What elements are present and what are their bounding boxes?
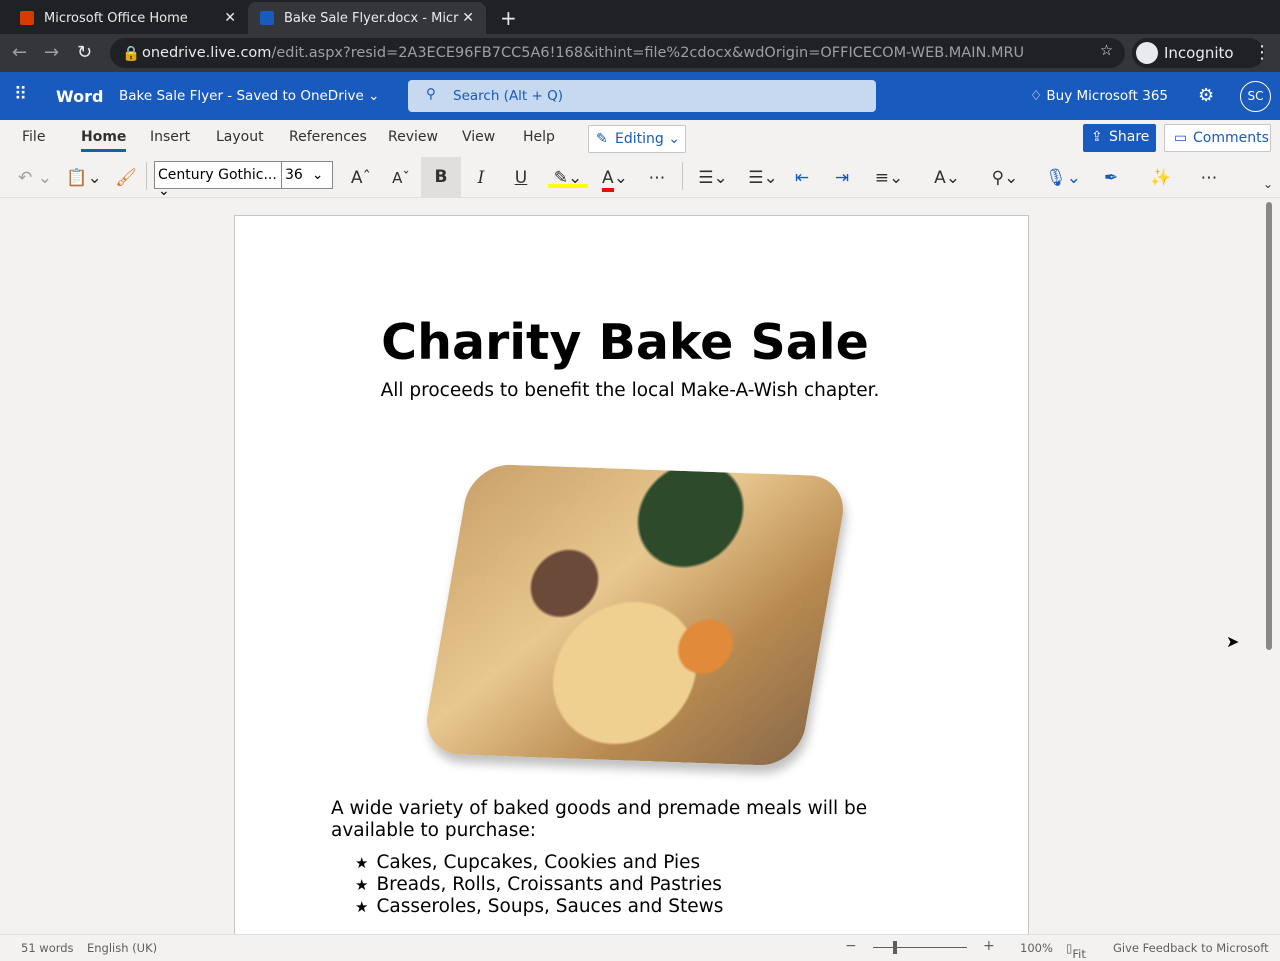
bullet-list: Cakes, Cupcakes, Cookies and Pies Breads… <box>355 852 723 918</box>
tab-file[interactable]: File <box>22 129 45 145</box>
undo-icon[interactable]: ↶ ⌄ <box>16 164 54 192</box>
designer-icon[interactable]: ✨ <box>1148 164 1174 192</box>
zoom-slider-handle[interactable] <box>893 941 897 954</box>
pencil-icon: ✎ <box>596 131 608 147</box>
close-tab-icon[interactable]: ✕ <box>224 10 236 26</box>
word-icon <box>260 11 274 25</box>
font-name-select[interactable]: Century Gothic... ⌄ <box>154 161 282 199</box>
status-bar: 51 words English (UK) − + 100% ▯ Fit Give… <box>0 934 1280 961</box>
tab-help[interactable]: Help <box>523 129 555 145</box>
tab-office-home[interactable]: Microsoft Office Home ✕ <box>8 2 248 34</box>
editing-mode-button[interactable]: ✎ Editing ⌄ <box>588 125 686 153</box>
share-button[interactable]: ⇪ Share <box>1083 124 1156 152</box>
decrease-indent-icon[interactable]: ⇤ <box>790 164 814 192</box>
fit-button[interactable]: ▯ Fit <box>1066 941 1086 961</box>
styles-icon[interactable]: A⌄ <box>928 164 966 192</box>
grow-font-icon[interactable]: Aˆ <box>346 164 376 192</box>
more-icon[interactable]: ⋯ <box>644 164 670 192</box>
more-options-icon[interactable]: ⋯ <box>1196 164 1222 192</box>
divider <box>146 162 147 190</box>
format-painter-icon[interactable]: 🖌 <box>114 164 138 192</box>
app-header: ⠿ Word Bake Sale Flyer - Saved to OneDri… <box>0 72 1280 120</box>
shrink-font-icon[interactable]: Aˇ <box>386 164 416 192</box>
font-size-select[interactable]: 36 ⌄ <box>281 161 333 189</box>
tab-layout[interactable]: Layout <box>216 129 264 145</box>
app-name[interactable]: Word <box>56 87 103 106</box>
bullets-icon[interactable]: ☰⌄ <box>694 164 732 192</box>
tab-view[interactable]: View <box>462 129 495 145</box>
paste-icon[interactable]: 📋⌄ <box>64 164 104 192</box>
zoom-in-icon[interactable]: + <box>983 938 995 954</box>
doc-paragraph: A wide variety of baked goods and premad… <box>331 798 868 841</box>
tab-bake-sale[interactable]: Bake Sale Flyer.docx - Micr ✕ <box>248 2 486 34</box>
zoom-level[interactable]: 100% <box>1020 941 1053 955</box>
comments-button[interactable]: ▭ Comments <box>1164 124 1271 152</box>
office-icon <box>20 11 34 25</box>
underline-button[interactable]: U <box>506 164 536 192</box>
app-launcher-icon[interactable]: ⠿ <box>14 84 27 105</box>
document-page[interactable]: Charity Bake Sale All proceeds to benefi… <box>234 215 1029 934</box>
divider <box>682 162 683 190</box>
search-input[interactable]: ⚲ Search (Alt + Q) <box>408 80 876 112</box>
comment-icon: ▭ <box>1174 130 1188 146</box>
incognito-badge[interactable]: Incognito <box>1132 38 1264 68</box>
tab-home[interactable]: Home <box>81 129 127 152</box>
tab-bar: Microsoft Office Home ✕ Bake Sale Flyer.d… <box>0 0 1280 34</box>
settings-icon[interactable]: ⚙ <box>1198 85 1214 106</box>
address-bar-area: ← → ↻ 🔒 onedrive.live.com/edit.aspx?resid… <box>0 34 1280 72</box>
doc-title-heading: Charity Bake Sale <box>381 314 869 371</box>
tab-review[interactable]: Review <box>388 129 438 145</box>
editor-icon[interactable]: ✒ <box>1098 164 1124 192</box>
doc-title[interactable]: Bake Sale Flyer - Saved to OneDrive ⌄ <box>119 88 379 104</box>
url-input[interactable]: 🔒 onedrive.live.com/edit.aspx?resid=2A3EC… <box>110 38 1125 68</box>
back-icon[interactable]: ← <box>12 42 27 63</box>
highlight-icon[interactable]: ✎⌄ <box>548 164 588 188</box>
star-icon[interactable]: ☆ <box>1100 43 1113 59</box>
list-item: Breads, Rolls, Croissants and Pastries <box>355 874 723 896</box>
share-icon: ⇪ <box>1091 129 1103 145</box>
list-item: Cakes, Cupcakes, Cookies and Pies <box>355 852 723 874</box>
zoom-out-icon[interactable]: − <box>845 938 857 954</box>
forward-icon[interactable]: → <box>44 42 59 63</box>
ribbon: File Home Insert Layout References Revie… <box>0 120 1280 199</box>
avatar[interactable]: SC <box>1240 81 1271 112</box>
language[interactable]: English (UK) <box>87 941 157 955</box>
zoom-slider[interactable] <box>873 947 967 948</box>
word-count[interactable]: 51 words <box>21 941 74 955</box>
feedback-link[interactable]: Give Feedback to Microsoft <box>1113 941 1269 955</box>
document-canvas: Charity Bake Sale All proceeds to benefi… <box>0 198 1264 934</box>
expand-ribbon-icon[interactable]: ⌄ <box>1258 170 1278 198</box>
close-tab-icon[interactable]: ✕ <box>462 10 474 26</box>
italic-button[interactable]: I <box>466 164 496 192</box>
doc-subtitle: All proceeds to benefit the local Make-A… <box>380 380 880 401</box>
buy-button[interactable]: ♢ Buy Microsoft 365 <box>1030 88 1168 104</box>
tab-insert[interactable]: Insert <box>150 129 190 145</box>
scrollbar-thumb[interactable] <box>1266 202 1272 650</box>
dictate-icon[interactable]: 🎙⌄ <box>1044 164 1082 192</box>
menu-icon[interactable]: ⋮ <box>1253 42 1271 63</box>
increase-indent-icon[interactable]: ⇥ <box>830 164 854 192</box>
new-tab-icon[interactable]: + <box>500 6 517 30</box>
bold-button[interactable]: B <box>421 157 461 197</box>
numbering-icon[interactable]: ☰⌄ <box>744 164 782 192</box>
align-icon[interactable]: ≡⌄ <box>870 164 908 192</box>
search-icon: ⚲ <box>426 86 436 102</box>
find-icon[interactable]: ⚲⌄ <box>986 164 1024 192</box>
font-color-icon[interactable]: A⌄ <box>596 164 634 192</box>
reload-icon[interactable]: ↻ <box>77 42 92 63</box>
mouse-cursor-icon: ➤ <box>1226 632 1240 651</box>
tab-references[interactable]: References <box>289 129 367 145</box>
baked-goods-image[interactable] <box>420 463 850 767</box>
lock-icon: 🔒 <box>122 46 141 62</box>
list-item: Casseroles, Soups, Sauces and Stews <box>355 896 723 918</box>
